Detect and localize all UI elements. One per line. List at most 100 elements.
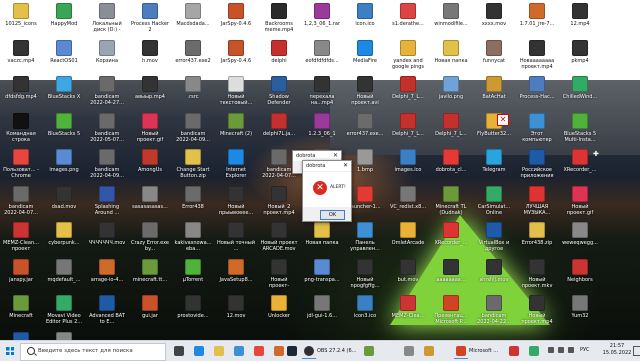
desktop-icon[interactable]: bandicam 2022-04-22... (475, 295, 513, 339)
desktop-icon-label: error437.exe... (346, 130, 384, 137)
file-icon (99, 149, 115, 165)
desktop-icon[interactable]: MLr1.1.5 (45, 331, 83, 340)
desktop-icon-label: mqdefault_... (47, 276, 81, 283)
desktop-icon-label: but.mov (397, 276, 419, 283)
file-icon (13, 331, 29, 340)
notifications-icon[interactable] (633, 346, 640, 356)
taskbar-button[interactable] (210, 343, 228, 359)
file-icon (228, 222, 244, 238)
desktop-icon-label: Новый проект ARCADE.mov (260, 240, 298, 252)
desktop-icon-label: CarSimulat... Online (477, 203, 511, 216)
desktop-icon-label: Minecraft (2) (219, 130, 253, 137)
file-icon (56, 76, 72, 92)
desktop-icon-label: Новый проект.mkv (521, 276, 553, 289)
ok-button[interactable]: OK (320, 210, 345, 220)
desktop-icon-label: Этот компьютер (522, 130, 552, 143)
file-icon (142, 39, 158, 56)
taskbar-item-obs[interactable]: OBS 27.2.4 (6... (300, 343, 360, 359)
file-icon (271, 222, 287, 238)
file-icon (314, 3, 330, 19)
desktop-icon-label: Новый проект.avi (351, 94, 379, 106)
desktop-icon[interactable]: Yum32 (561, 295, 599, 339)
windows-logo-icon (6, 347, 14, 355)
desktop-icon[interactable]: Новый проект.mp4 (518, 295, 556, 339)
language-indicator[interactable]: РУС (580, 347, 590, 353)
file-icon (529, 3, 545, 19)
chevron-up-icon[interactable] (548, 347, 554, 353)
desktop-icon[interactable]: Inno Setup Compiler (2, 331, 40, 340)
taskbar-button[interactable] (283, 343, 301, 359)
taskbar-button[interactable] (170, 343, 188, 359)
desktop-icon[interactable]: icon3.ico (346, 295, 384, 339)
desktop-icon[interactable]: prostovide... (174, 295, 212, 339)
file-icon (400, 258, 416, 275)
desktop-icon-label: ЧЧЧЧЧЧЧ.mov (88, 240, 126, 246)
desktop-icon-label: Новый проект.mp4 (521, 313, 553, 325)
file-icon (443, 258, 459, 275)
volume-icon[interactable] (568, 347, 574, 353)
desktop-icon-label: Панель управлен... (350, 240, 380, 252)
desktop-icon[interactable]: Презентац... Microsoft P... (432, 295, 470, 339)
desktop-icon-label: Новый npogfgffg... (350, 276, 380, 289)
file-icon (142, 149, 158, 165)
taskbar-button[interactable] (400, 343, 418, 359)
desktop-icon-label: dfdsfdg.mp4 (5, 94, 37, 100)
start-button[interactable] (0, 341, 20, 361)
desktop-icon[interactable]: gui.jar (131, 295, 169, 339)
taskbar-item-microsoft[interactable]: Microsoft ... (452, 343, 502, 359)
desktop-icon-label: MEMZ-Clea... (391, 313, 425, 319)
taskbar-button[interactable] (505, 343, 523, 359)
taskbar-button[interactable] (525, 343, 543, 359)
desktop-icon-label: gui.jar (142, 313, 158, 319)
system-tray: РУС 21:57 15.05.2022 (544, 341, 640, 361)
desktop-icon-label: 1.2.3_06_1 (308, 130, 336, 137)
error-icon: ✕ (313, 181, 327, 195)
desktop-icon[interactable]: Advanced BAT to E... (88, 295, 126, 339)
close-icon[interactable]: ✕ (333, 152, 338, 159)
taskbar-button[interactable] (250, 343, 268, 359)
file-icon (228, 185, 244, 202)
file-icon (486, 149, 502, 165)
desktop-icon[interactable]: jdl-gui-1.6... (303, 295, 341, 339)
desktop-icon-label: Internet Explorer (225, 167, 247, 179)
file-icon (271, 258, 287, 275)
desktop-icon-label: sasasasasas... (132, 203, 168, 210)
file-icon (185, 222, 201, 238)
desktop-icon-label: авыыр.mp4 (135, 94, 165, 100)
desktop-icon-label: перехала на...mp4 (309, 94, 335, 106)
file-icon (486, 185, 502, 202)
search-input[interactable]: Введите здесь текст для поиска (20, 343, 166, 361)
file-icon (443, 185, 459, 202)
taskbar-button[interactable] (420, 343, 438, 359)
network-icon[interactable] (558, 347, 564, 353)
taskbar-button[interactable] (360, 343, 378, 359)
file-icon (13, 112, 29, 129)
desktop-icon-label: Новый прыывоеее... (218, 203, 254, 216)
file-icon (357, 39, 373, 56)
desktop-icon-label: µTorrent (182, 276, 204, 283)
file-icon (357, 295, 373, 311)
close-icon[interactable]: ✕ (343, 162, 348, 169)
desktop-icon[interactable]: MEMZ-Clea... (389, 295, 427, 339)
app-icon (364, 346, 374, 356)
red-x-window[interactable]: ✕ (497, 114, 509, 126)
desktop-icon-label: Пользоват... - Chrome (3, 167, 39, 179)
desktop-icon-label: Process-Hac... (519, 94, 555, 100)
file-icon (314, 295, 330, 311)
taskbar-button[interactable] (230, 343, 248, 359)
desktop-icon-label: png-transpa... (304, 276, 340, 283)
clock[interactable]: 21:57 15.05.2022 (602, 343, 632, 357)
chrome-icon (254, 346, 264, 356)
desktop-icon-label: Advanced BAT to E... (89, 313, 125, 325)
desktop-icon[interactable]: Unlocker (260, 295, 298, 339)
desktop-icon-label: ChilledWind... (562, 94, 598, 100)
file-icon (443, 3, 459, 19)
desktop-icon-label: Локальный диск (D:) - (92, 21, 122, 33)
file-icon (314, 112, 330, 129)
taskbar-button[interactable] (190, 343, 208, 359)
file-icon (443, 76, 459, 92)
desktop-icon[interactable]: 12.mov (217, 295, 255, 339)
desktop-icon-label: Movavi Video Editor Plus 2... (45, 313, 83, 325)
file-icon (400, 112, 416, 129)
file-icon (13, 149, 29, 165)
